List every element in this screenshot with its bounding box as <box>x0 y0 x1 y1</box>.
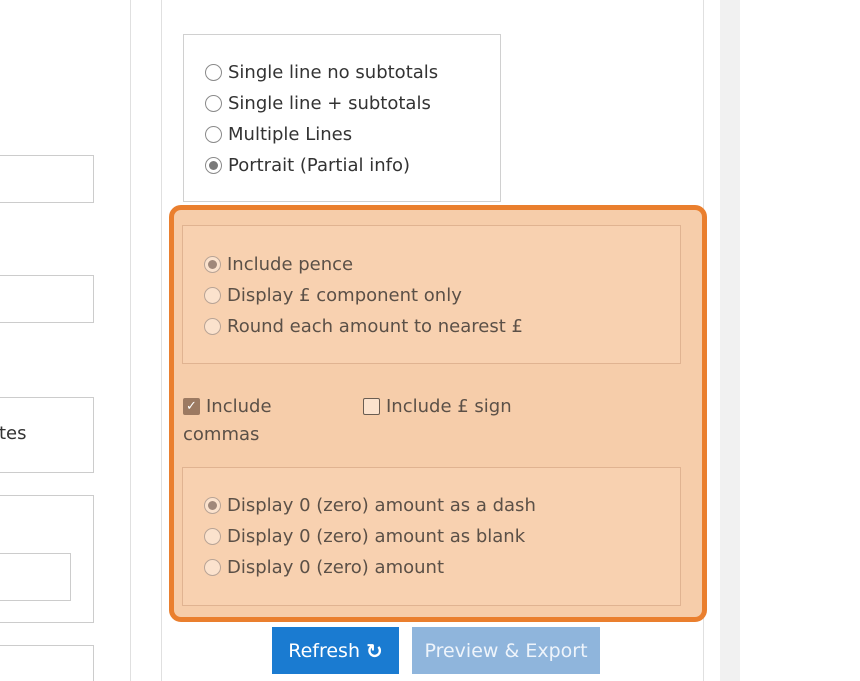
refresh-button-label: Refresh <box>288 639 360 662</box>
radio-icon[interactable] <box>205 95 222 112</box>
radio-selected-icon[interactable] <box>204 497 221 514</box>
include-pound-sign-label: Include £ sign <box>386 396 512 417</box>
preview-export-label: Preview & Export <box>424 639 588 662</box>
layout-option-single-no-subtotals[interactable]: Single line no subtotals <box>205 62 438 83</box>
include-commas-label-line1: Include <box>206 396 272 417</box>
layout-option-label: Portrait (Partial info) <box>228 155 410 176</box>
pence-option-label: Include pence <box>227 254 354 275</box>
preview-export-button[interactable]: Preview & Export <box>412 627 600 674</box>
include-commas-checkbox[interactable]: ✓ Include <box>183 396 272 417</box>
pence-option-label: Round each amount to nearest £ <box>227 316 523 337</box>
pence-options-box: Include pence Display £ component only R… <box>182 225 681 364</box>
radio-icon[interactable] <box>204 528 221 545</box>
radio-icon[interactable] <box>205 64 222 81</box>
radio-icon[interactable] <box>204 559 221 576</box>
pence-option-label: Display £ component only <box>227 285 462 306</box>
left-fragment-text: tes <box>0 423 27 444</box>
layout-option-multiple-lines[interactable]: Multiple Lines <box>205 124 352 145</box>
zero-option-blank[interactable]: Display 0 (zero) amount as blank <box>204 526 525 547</box>
radio-icon[interactable] <box>204 287 221 304</box>
include-commas-label-line2: commas <box>183 424 260 445</box>
zero-option-label: Display 0 (zero) amount as blank <box>227 526 526 547</box>
pence-option-include[interactable]: Include pence <box>204 254 353 275</box>
radio-icon[interactable] <box>204 318 221 335</box>
refresh-icon: ↻ <box>366 638 383 663</box>
left-input-2[interactable] <box>0 275 94 323</box>
zero-option-label: Display 0 (zero) amount <box>227 557 445 578</box>
right-scroll-area <box>720 0 740 681</box>
zero-option-amount[interactable]: Display 0 (zero) amount <box>204 557 444 578</box>
left-input-1[interactable] <box>0 155 94 203</box>
pence-option-round[interactable]: Round each amount to nearest £ <box>204 316 523 337</box>
layout-options-box: Single line no subtotals Single line + s… <box>183 34 501 202</box>
layout-option-label: Multiple Lines <box>228 124 353 145</box>
zero-option-dash[interactable]: Display 0 (zero) amount as a dash <box>204 495 536 516</box>
refresh-button[interactable]: Refresh ↻ <box>272 627 399 674</box>
highlighted-format-section: Include pence Display £ component only R… <box>169 205 707 622</box>
pence-option-pound-only[interactable]: Display £ component only <box>204 285 462 306</box>
left-input-4[interactable] <box>0 553 71 601</box>
checkmark-icon[interactable]: ✓ <box>183 398 200 415</box>
left-panel: tes <box>0 0 131 681</box>
checkbox-icon[interactable] <box>363 398 380 415</box>
zero-option-label: Display 0 (zero) amount as a dash <box>227 495 536 516</box>
include-pound-sign-checkbox[interactable]: Include £ sign <box>363 396 512 417</box>
zero-options-box: Display 0 (zero) amount as a dash Displa… <box>182 467 681 606</box>
layout-option-label: Single line no subtotals <box>228 62 439 83</box>
left-input-5[interactable] <box>0 645 94 681</box>
layout-option-label: Single line + subtotals <box>228 93 431 114</box>
radio-selected-icon[interactable] <box>205 157 222 174</box>
layout-option-portrait[interactable]: Portrait (Partial info) <box>205 155 410 176</box>
layout-option-single-subtotals[interactable]: Single line + subtotals <box>205 93 431 114</box>
radio-selected-icon[interactable] <box>204 256 221 273</box>
radio-icon[interactable] <box>205 126 222 143</box>
